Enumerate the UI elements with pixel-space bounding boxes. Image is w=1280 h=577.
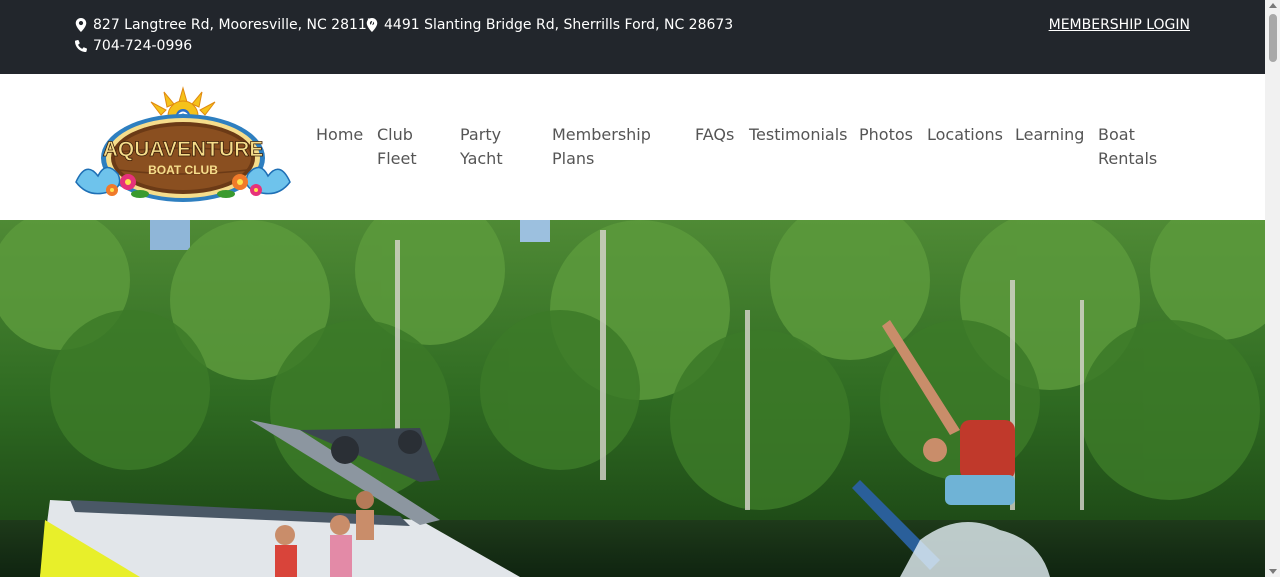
address-2: 4491 Slanting Bridge Rd, Sherrills Ford,… — [366, 17, 733, 33]
address-1-text: 827 Langtree Rd, Mooresville, NC 28117 — [93, 17, 376, 33]
page: 827 Langtree Rd, Mooresville, NC 28117 4… — [0, 0, 1280, 577]
scroll-up-arrow-icon[interactable] — [1269, 3, 1277, 8]
nav-item-party-yacht[interactable]: Party Yacht — [460, 123, 503, 171]
hero-image — [0, 220, 1265, 577]
map-marker-icon — [75, 18, 87, 32]
scrollbar-thumb[interactable] — [1269, 14, 1277, 62]
nav-item-learning[interactable]: Learning — [1015, 123, 1084, 147]
nav-item-locations[interactable]: Locations — [927, 123, 1003, 147]
address-1: 827 Langtree Rd, Mooresville, NC 28117 — [75, 17, 376, 33]
nav-item-testimonials[interactable]: Testimonials — [749, 123, 848, 147]
nav-item-club-fleet[interactable]: Club Fleet — [377, 123, 417, 171]
logo-title: AQUAVENTURE — [103, 138, 264, 161]
address-2-text: 4491 Slanting Bridge Rd, Sherrills Ford,… — [384, 17, 734, 33]
nav-item-photos[interactable]: Photos — [859, 123, 913, 147]
nav-item-boat-rentals[interactable]: Boat Rentals — [1098, 123, 1157, 171]
nav-item-membership-plans[interactable]: Membership Plans — [552, 123, 651, 171]
logo-subtitle: BOAT CLUB — [148, 163, 218, 177]
nav-item-faqs[interactable]: FAQs — [695, 123, 734, 147]
phone-number[interactable]: 704-724-0996 — [75, 38, 192, 54]
map-marker-icon — [366, 18, 378, 32]
membership-login-link[interactable]: MEMBERSHIP LOGIN — [1049, 17, 1190, 33]
site-header: AQUAVENTURE BOAT CLUB Home Club Fleet Pa… — [0, 74, 1265, 220]
scroll-down-arrow-icon[interactable] — [1269, 569, 1277, 574]
aquaventure-logo[interactable]: AQUAVENTURE BOAT CLUB — [74, 86, 292, 208]
page-scrollbar[interactable] — [1265, 0, 1280, 577]
nav-item-home[interactable]: Home — [316, 123, 363, 147]
top-info-bar: 827 Langtree Rd, Mooresville, NC 28117 4… — [0, 0, 1265, 74]
phone-icon — [75, 39, 87, 53]
phone-text: 704-724-0996 — [93, 38, 193, 54]
